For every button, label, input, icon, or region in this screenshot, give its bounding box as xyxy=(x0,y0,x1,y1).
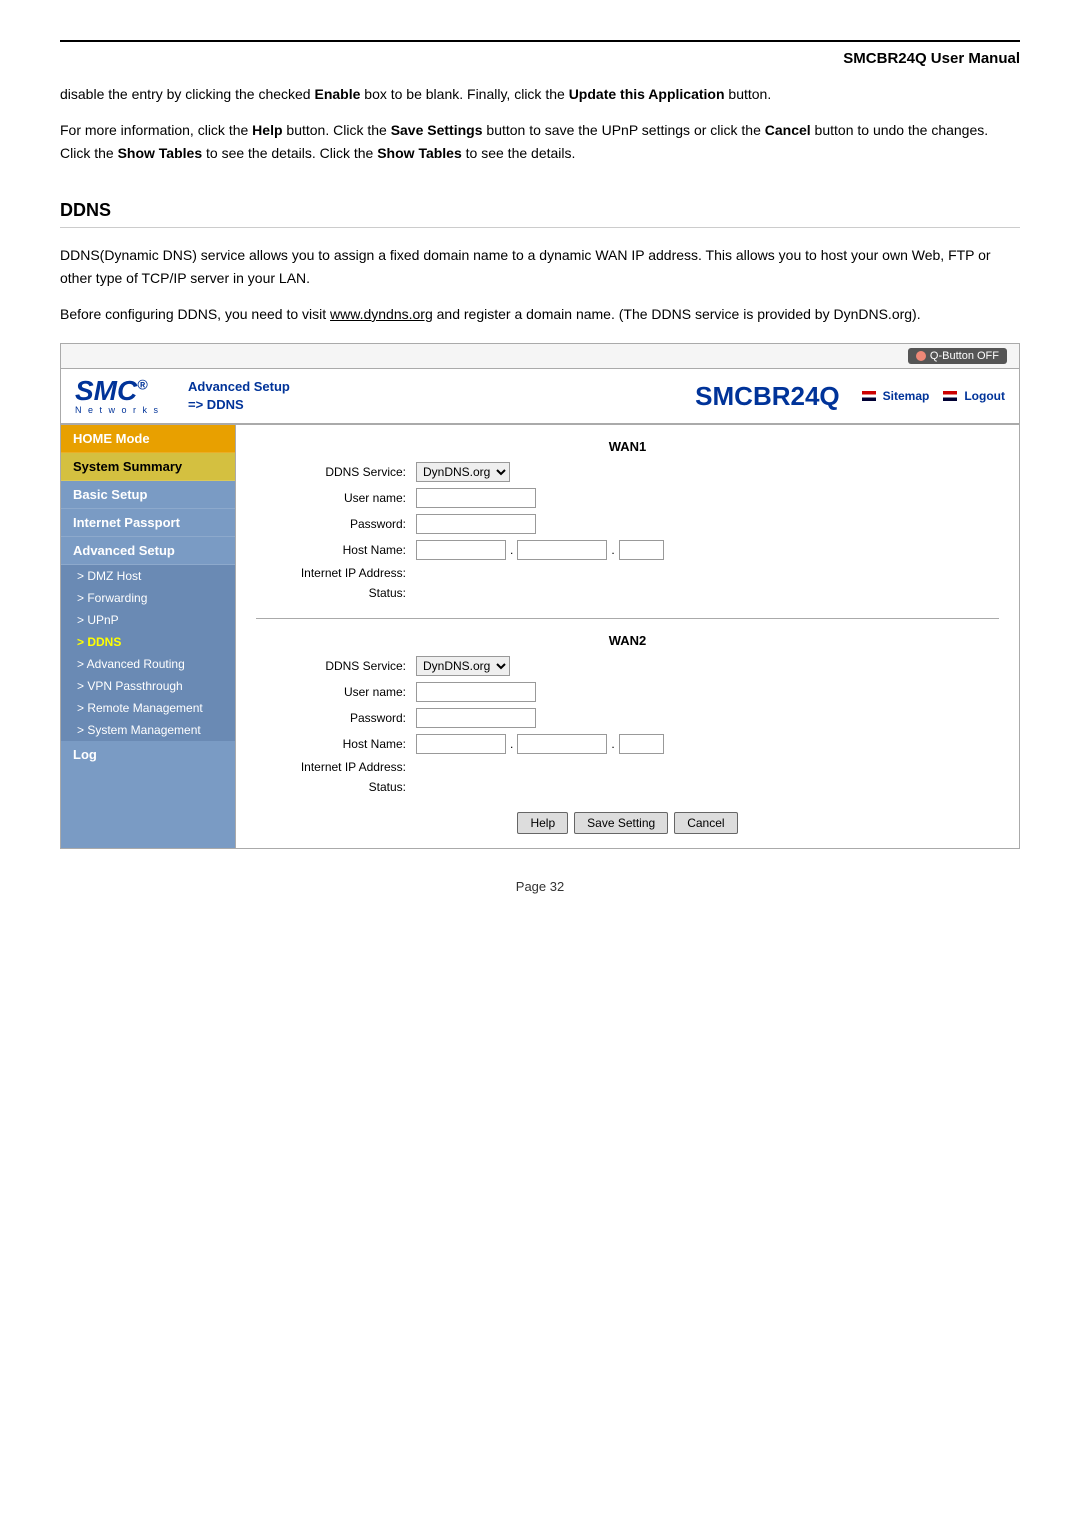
wan1-username-label: User name: xyxy=(256,491,416,505)
ddns-para1: DDNS(Dynamic DNS) service allows you to … xyxy=(60,244,1020,289)
wan2-ddns-service-label: DDNS Service: xyxy=(256,659,416,673)
save-setting-button[interactable]: Save Setting xyxy=(574,812,668,834)
page-title: SMCBR24Q User Manual xyxy=(60,50,1020,67)
wan1-hostname-input1[interactable] xyxy=(416,540,506,560)
wan2-section: WAN2 DDNS Service: DynDNS.org User name:… xyxy=(256,633,999,794)
wan2-ddns-service-select[interactable]: DynDNS.org xyxy=(416,656,510,676)
wan2-ddns-service-row: DDNS Service: DynDNS.org xyxy=(256,656,999,676)
wan1-password-input[interactable] xyxy=(416,514,536,534)
wan1-internet-ip-label: Internet IP Address: xyxy=(256,566,416,580)
sitemap-icon xyxy=(862,391,876,401)
sidebar-sub-dmz[interactable]: > DMZ Host xyxy=(61,565,235,587)
wan1-hostname-label: Host Name: xyxy=(256,543,416,557)
dyndns-link[interactable]: www.dyndns.org xyxy=(330,306,433,322)
wan2-password-row: Password: xyxy=(256,708,999,728)
wan2-title: WAN2 xyxy=(256,633,999,648)
button-row: Help Save Setting Cancel xyxy=(256,812,999,834)
wan2-status-row: Status: xyxy=(256,780,999,794)
wan-divider xyxy=(256,618,999,619)
cancel-button[interactable]: Cancel xyxy=(674,812,737,834)
smc-logo: SMC® xyxy=(75,377,160,405)
sitemap-link[interactable]: Sitemap xyxy=(862,389,930,403)
main-content: WAN1 DDNS Service: DynDNS.org User name:… xyxy=(236,425,1019,848)
sidebar-sub-system-mgmt[interactable]: > System Management xyxy=(61,719,235,741)
ddns-heading: DDNS xyxy=(60,200,1020,228)
wan1-username-input[interactable] xyxy=(416,488,536,508)
wan2-hostname-row: Host Name: . . xyxy=(256,734,999,754)
wan1-hostname-row: Host Name: . . xyxy=(256,540,999,560)
wan2-internet-ip-label: Internet IP Address: xyxy=(256,760,416,774)
wan2-host-name-fields: . . xyxy=(416,734,664,754)
wan2-hostname-input3[interactable] xyxy=(619,734,664,754)
wan2-password-input[interactable] xyxy=(416,708,536,728)
sidebar-item-log[interactable]: Log xyxy=(61,741,235,768)
wan1-ddns-service-row: DDNS Service: DynDNS.org xyxy=(256,462,999,482)
wan1-section: WAN1 DDNS Service: DynDNS.org User name:… xyxy=(256,439,999,600)
router-topbar: Q-Button OFF xyxy=(61,344,1019,369)
page-footer: Page 32 xyxy=(60,879,1020,894)
sidebar-item-home-mode[interactable]: HOME Mode xyxy=(61,425,235,453)
logout-link[interactable]: Logout xyxy=(943,389,1005,403)
help-button[interactable]: Help xyxy=(517,812,568,834)
sidebar-sub-upnp[interactable]: > UPnP xyxy=(61,609,235,631)
wan1-ddns-service-select[interactable]: DynDNS.org xyxy=(416,462,510,482)
router-panel: Q-Button OFF SMC® N e t w o r k s Advanc… xyxy=(60,343,1020,849)
wan2-username-label: User name: xyxy=(256,685,416,699)
wan1-username-row: User name: xyxy=(256,488,999,508)
router-body: HOME Mode System Summary Basic Setup Int… xyxy=(61,425,1019,848)
intro-para1: disable the entry by clicking the checke… xyxy=(60,83,1020,105)
wan1-status-row: Status: xyxy=(256,586,999,600)
sidebar-sub-advanced-routing[interactable]: > Advanced Routing xyxy=(61,653,235,675)
wan1-title: WAN1 xyxy=(256,439,999,454)
header-rule xyxy=(60,40,1020,42)
smc-networks: N e t w o r k s xyxy=(75,405,160,415)
intro-para2: For more information, click the Help but… xyxy=(60,119,1020,164)
ddns-para2: Before configuring DDNS, you need to vis… xyxy=(60,303,1020,325)
sidebar: HOME Mode System Summary Basic Setup Int… xyxy=(61,425,236,848)
wan2-hostname-label: Host Name: xyxy=(256,737,416,751)
wan2-username-row: User name: xyxy=(256,682,999,702)
wan1-ddns-service-label: DDNS Service: xyxy=(256,465,416,479)
header-links: Sitemap Logout xyxy=(862,389,1005,403)
header-breadcrumb: Advanced Setup => DDNS xyxy=(188,378,695,414)
sidebar-sub-ddns[interactable]: > DDNS xyxy=(61,631,235,653)
sidebar-item-advanced-setup[interactable]: Advanced Setup xyxy=(61,537,235,565)
sidebar-item-internet-passport[interactable]: Internet Passport xyxy=(61,509,235,537)
sidebar-item-basic-setup[interactable]: Basic Setup xyxy=(61,481,235,509)
wan2-hostname-input2[interactable] xyxy=(517,734,607,754)
sidebar-sub-forwarding[interactable]: > Forwarding xyxy=(61,587,235,609)
sidebar-item-system-summary[interactable]: System Summary xyxy=(61,453,235,481)
wan1-hostname-input2[interactable] xyxy=(517,540,607,560)
wan1-hostname-input3[interactable] xyxy=(619,540,664,560)
wan1-internet-ip-row: Internet IP Address: xyxy=(256,566,999,580)
header-model: SMCBR24Q xyxy=(695,381,839,412)
wan2-password-label: Password: xyxy=(256,711,416,725)
wan1-host-name-fields: . . xyxy=(416,540,664,560)
smc-logo-block: SMC® N e t w o r k s xyxy=(75,377,160,415)
logout-icon xyxy=(943,391,957,401)
router-header: SMC® N e t w o r k s Advanced Setup => D… xyxy=(61,369,1019,425)
q-dot-icon xyxy=(916,351,926,361)
wan2-hostname-input1[interactable] xyxy=(416,734,506,754)
wan2-internet-ip-row: Internet IP Address: xyxy=(256,760,999,774)
wan1-password-label: Password: xyxy=(256,517,416,531)
sidebar-sub-vpn[interactable]: > VPN Passthrough xyxy=(61,675,235,697)
sidebar-sub-remote-mgmt[interactable]: > Remote Management xyxy=(61,697,235,719)
wan1-password-row: Password: xyxy=(256,514,999,534)
q-button[interactable]: Q-Button OFF xyxy=(908,348,1007,364)
wan2-status-label: Status: xyxy=(256,780,416,794)
wan1-status-label: Status: xyxy=(256,586,416,600)
wan2-username-input[interactable] xyxy=(416,682,536,702)
